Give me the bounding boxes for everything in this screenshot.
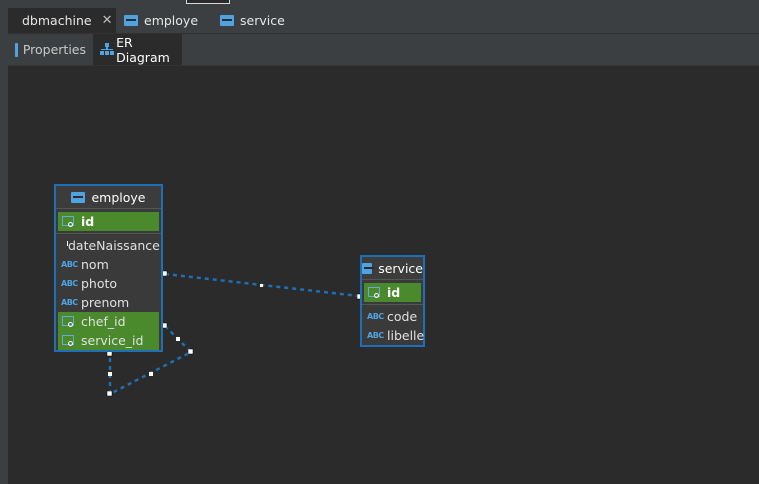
entity-title: service <box>378 260 423 276</box>
tab-label: ER Diagram <box>116 34 170 65</box>
column-name: prenom <box>81 295 130 310</box>
tab-label: Properties <box>22 42 86 57</box>
tab-properties[interactable]: Properties <box>8 34 93 65</box>
entity-header[interactable]: employe <box>56 186 161 209</box>
tab-dbmachine[interactable]: dbmachine ✕ <box>8 8 116 33</box>
primary-key-icon <box>61 215 77 229</box>
tab-label: service <box>240 13 285 28</box>
column-row[interactable]: id <box>364 283 421 302</box>
column-name: photo <box>81 276 118 291</box>
database-icon <box>15 42 18 57</box>
abc-icon: ABC <box>61 298 78 307</box>
column-row[interactable]: ABC libelle <box>364 326 425 345</box>
column-name: libelle <box>387 328 425 343</box>
window-top-strip <box>0 0 759 8</box>
foreign-key-icon <box>61 315 77 329</box>
tab-label: employe <box>144 13 199 28</box>
entity-employe[interactable]: employe id dateNaissance ABC nom ABC pho… <box>54 184 163 352</box>
foreign-key-icon <box>61 334 77 348</box>
column-row[interactable]: ABC nom <box>58 255 159 274</box>
entity-service[interactable]: service id ABC code ABC libelle <box>360 255 425 347</box>
primary-key-icon <box>367 286 383 300</box>
column-name: dateNaissance <box>68 238 160 253</box>
table-icon <box>220 15 234 26</box>
entity-header[interactable]: service <box>362 257 423 280</box>
column-name: id <box>81 214 95 229</box>
tab-service[interactable]: service <box>212 8 302 33</box>
editor-tab-bar: dbmachine ✕ employe service <box>0 8 759 34</box>
sub-tab-bar: Properties ER Diagram <box>8 34 759 66</box>
top-field <box>186 0 230 4</box>
tab-employe[interactable]: employe <box>116 8 212 33</box>
abc-icon: ABC <box>61 260 78 269</box>
table-icon <box>362 262 375 274</box>
column-row[interactable]: id <box>58 212 159 231</box>
abc-icon: ABC <box>61 279 78 288</box>
column-name: service_id <box>81 333 144 348</box>
divider <box>56 233 161 234</box>
column-row[interactable]: dateNaissance <box>58 236 160 255</box>
divider <box>362 304 423 305</box>
table-icon <box>71 191 86 203</box>
column-row[interactable]: ABC code <box>364 307 421 326</box>
column-name: chef_id <box>81 314 126 329</box>
column-row[interactable]: ABC photo <box>58 274 159 293</box>
abc-icon: ABC <box>367 312 384 321</box>
er-diagram-icon <box>100 43 114 56</box>
column-row[interactable]: chef_id <box>58 312 159 331</box>
column-name: nom <box>81 257 109 272</box>
abc-icon: ABC <box>367 331 384 340</box>
column-name: code <box>387 309 418 324</box>
tab-er-diagram[interactable]: ER Diagram <box>93 34 182 65</box>
table-icon <box>124 15 138 26</box>
column-name: id <box>387 285 401 300</box>
column-row[interactable]: service_id <box>58 331 159 350</box>
column-row[interactable]: ABC prenom <box>58 293 159 312</box>
left-gutter <box>0 33 8 484</box>
entity-title: employe <box>91 189 146 205</box>
close-icon[interactable]: ✕ <box>102 13 113 28</box>
tab-label: dbmachine <box>22 13 92 28</box>
